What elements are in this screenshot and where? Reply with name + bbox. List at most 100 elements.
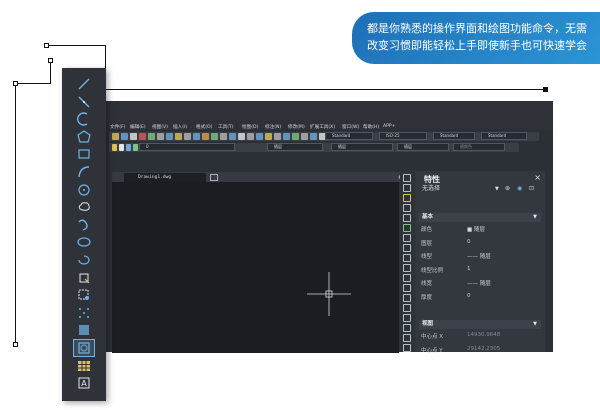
plot-style-combo[interactable]: 随颜色 <box>453 143 505 151</box>
menu-insert[interactable]: 插入(I) <box>173 124 187 130</box>
menu-file[interactable]: 文件(F) <box>110 124 125 130</box>
menu-view[interactable]: 视图(V) <box>152 124 168 130</box>
select-objects-icon[interactable]: ◉ <box>517 184 522 194</box>
toolbar-button[interactable] <box>229 133 236 140</box>
table-tool-button[interactable] <box>74 358 94 374</box>
toolbar-button[interactable] <box>139 133 146 140</box>
table-style-combo[interactable]: Standard <box>433 132 475 140</box>
polyline-tool-button[interactable] <box>74 94 94 110</box>
stretch-icon[interactable] <box>403 254 411 262</box>
linetype-combo[interactable]: 随层 <box>331 143 393 151</box>
layer-state-button[interactable] <box>126 144 131 151</box>
grip-handle[interactable] <box>13 342 18 347</box>
toolbar-button[interactable] <box>175 133 182 140</box>
toolbar-button[interactable] <box>202 133 209 140</box>
toolbar-button[interactable] <box>121 133 128 140</box>
multileader-style-combo[interactable]: Standard <box>481 132 527 140</box>
menu-modify[interactable]: 修改(M) <box>288 124 305 130</box>
drawing-tab[interactable]: Drawing1.dwg <box>124 173 206 182</box>
spline-tool-button[interactable] <box>74 217 94 233</box>
text-style-combo[interactable]: Standard <box>325 132 373 140</box>
mirror-icon[interactable] <box>403 194 411 202</box>
ellipse-tool-button[interactable] <box>74 234 94 250</box>
property-value[interactable]: ■ 随层 <box>467 225 485 233</box>
toolbar-button[interactable] <box>220 133 227 140</box>
hatch-tool-button[interactable] <box>74 322 94 338</box>
toolbar-button[interactable] <box>184 133 191 140</box>
toolbar-button[interactable] <box>130 133 137 140</box>
chevron-down-icon[interactable]: ▼ <box>533 320 537 329</box>
grip-handle[interactable] <box>13 81 18 86</box>
spline-arc-tool-button[interactable] <box>74 164 94 180</box>
close-icon[interactable]: × <box>534 173 541 182</box>
toolbar-button[interactable] <box>112 133 119 140</box>
dim-style-combo[interactable]: ISO-25 <box>379 132 427 140</box>
region-tool-button[interactable] <box>73 339 95 357</box>
property-value[interactable]: —— 随层 <box>467 252 491 260</box>
menu-help[interactable]: 帮助(H) <box>363 124 379 130</box>
color-combo[interactable]: 随层 <box>267 143 323 151</box>
menu-app[interactable]: APP+ <box>383 124 396 129</box>
rotate-icon[interactable] <box>403 234 411 242</box>
quick-select-icon[interactable]: ⊛ <box>505 184 510 194</box>
polygon-tool-button[interactable] <box>74 129 94 145</box>
menu-express[interactable]: 扩展工具(X) <box>310 124 335 130</box>
point-tool-button[interactable] <box>74 305 94 321</box>
fillet-icon[interactable] <box>403 314 411 322</box>
property-value[interactable]: 14930.9648 <box>467 332 500 338</box>
drawing-canvas[interactable] <box>112 182 399 353</box>
layer-state-button[interactable] <box>133 144 138 151</box>
revision-cloud-tool-button[interactable] <box>74 199 94 215</box>
property-value[interactable]: 29142.2305 <box>467 346 500 352</box>
property-value[interactable]: 0 <box>467 239 471 245</box>
section-view[interactable]: 视图 ▼ <box>419 320 541 329</box>
toolbar-button[interactable] <box>166 133 173 140</box>
toolbar-button[interactable] <box>310 133 317 140</box>
toolbar-button[interactable] <box>274 133 281 140</box>
toolbar-button[interactable] <box>292 133 299 140</box>
menu-edit[interactable]: 编辑(E) <box>130 124 146 130</box>
ellipse-arc-tool-button[interactable] <box>74 252 94 268</box>
extend-icon[interactable] <box>403 274 411 282</box>
line-tool-button[interactable] <box>74 76 94 92</box>
grip-handle[interactable] <box>44 43 49 48</box>
lineweight-combo[interactable]: 随层 <box>397 143 449 151</box>
chamfer-icon[interactable] <box>403 304 411 312</box>
chevron-down-icon[interactable]: ▼ <box>533 213 537 222</box>
menu-dimension[interactable]: 标注(N) <box>265 124 281 130</box>
layer-state-button[interactable] <box>112 144 117 151</box>
grip-handle[interactable] <box>543 87 548 92</box>
menu-window[interactable]: 窗口(W) <box>342 124 359 130</box>
layer-off-icon[interactable] <box>403 344 411 352</box>
layer-combo[interactable]: 0 <box>139 143 235 151</box>
explode-icon[interactable] <box>403 324 411 332</box>
property-value[interactable]: 0 <box>467 293 471 299</box>
toolbar-button[interactable] <box>301 133 308 140</box>
toolbar-button[interactable] <box>211 133 218 140</box>
menu-format[interactable]: 格式(O) <box>196 124 212 130</box>
chevron-down-icon[interactable]: ▼ <box>495 184 499 194</box>
toolbar-button[interactable] <box>193 133 200 140</box>
toolbar-button[interactable] <box>247 133 254 140</box>
scale-icon[interactable] <box>403 244 411 252</box>
toggle-pickadd-icon[interactable]: ⊡ <box>529 184 534 194</box>
move-icon[interactable] <box>403 224 411 232</box>
section-basic[interactable]: 基本 ▼ <box>419 213 541 222</box>
array-icon[interactable] <box>403 214 411 222</box>
property-value[interactable]: 1 <box>467 266 471 272</box>
toolbar-button[interactable] <box>265 133 272 140</box>
join-icon[interactable] <box>403 294 411 302</box>
new-tab-icon[interactable] <box>210 174 218 181</box>
property-value[interactable]: —— 随层 <box>467 279 491 287</box>
circle-tool-button[interactable] <box>74 182 94 198</box>
trim-icon[interactable] <box>403 264 411 272</box>
toolbar-button[interactable] <box>148 133 155 140</box>
mtext-tool-button[interactable]: A <box>74 375 94 391</box>
offset-icon[interactable] <box>403 204 411 212</box>
toolbar-button[interactable] <box>157 133 164 140</box>
menu-tools[interactable]: 工具(T) <box>218 124 234 130</box>
toolbar-button[interactable] <box>238 133 245 140</box>
selection-dropdown[interactable]: 无选择 ▼ ⊛ ◉ ⊡ <box>419 184 541 194</box>
grip-handle[interactable] <box>48 58 53 63</box>
layer-icon[interactable] <box>403 334 411 342</box>
